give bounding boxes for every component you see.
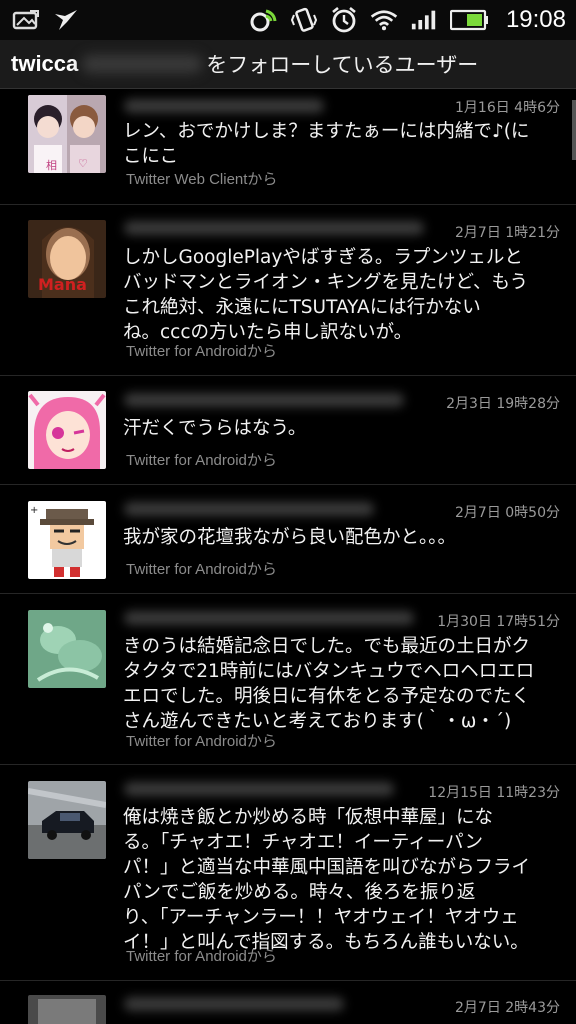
avatar[interactable]: 相 ♡: [28, 95, 106, 173]
tweet-source[interactable]: Twitter for Androidから: [126, 558, 277, 579]
tweet-text: 汗だくでうらはなう。: [123, 418, 307, 439]
tweet-list[interactable]: 相 ♡ 1月16日 4時6分 レン、おでかけしま？ますたぁーには内緒で♪(に こに…: [0, 89, 576, 1024]
clock-time: 19:08: [505, 6, 566, 33]
svg-text:相: 相: [46, 159, 57, 172]
avatar[interactable]: [28, 781, 106, 859]
tweet-source[interactable]: Twitter for Androidから: [126, 340, 277, 361]
blurred-username: [124, 611, 414, 625]
list-item[interactable]: Mana 2月7日 1時21分 しかしGooglePlayやばすぎる。ラプンツェ…: [0, 205, 576, 376]
tweet-source[interactable]: Twitter for Androidから: [126, 449, 277, 470]
list-item[interactable]: 相 ♡ 1月16日 4時6分 レン、おでかけしま？ますたぁーには内緒で♪(に こに…: [0, 89, 576, 205]
list-item[interactable]: 2月7日 2時43分: [0, 981, 576, 1024]
blurred-username: [124, 221, 424, 235]
wifi-icon: [370, 8, 398, 32]
blurred-username: [124, 99, 324, 113]
list-item[interactable]: 12月15日 11時23分 俺は焼き飯とか炒める時「仮想中華屋」にな る。「チャ…: [0, 765, 576, 981]
svg-text:Mana: Mana: [38, 275, 87, 294]
nfc-icon: [250, 8, 278, 32]
app-name: twicca: [11, 51, 79, 76]
tweet-timestamp: 2月7日 0時50分: [455, 505, 560, 521]
tweet-text: 俺は焼き飯とか炒める時「仮想中華屋」にな る。「チャオエ！チャオエ！イーティーパ…: [123, 807, 531, 953]
notification-bird-icon: [52, 8, 80, 32]
blurred-username: [124, 782, 394, 796]
tweet-timestamp: 12月15日 11時23分: [428, 785, 560, 801]
blurred-username: [124, 997, 344, 1011]
list-item[interactable]: 1月30日 17時51分 きのうは結婚記念日でした。でも最近の土日がク タクタで…: [0, 594, 576, 765]
tweet-timestamp: 2月3日 19時28分: [446, 396, 560, 412]
tweet-text: 我が家の花壇我ながら良い配色かと。。。: [123, 527, 457, 548]
vibrate-icon: [290, 7, 318, 32]
title-bar: twicca をフォローしているユーザー: [0, 40, 576, 89]
signal-icon: [410, 8, 438, 32]
tweet-text: きのうは結婚記念日でした。でも最近の土日がク タクタで21時前にはバタンキュウで…: [123, 636, 535, 732]
alarm-icon: [330, 6, 358, 33]
tweet-timestamp: 2月7日 1時21分: [455, 225, 560, 241]
svg-text:♡: ♡: [78, 157, 88, 170]
blurred-username: [124, 502, 374, 516]
tweet-source[interactable]: Twitter for Androidから: [126, 945, 277, 966]
image-icon: [12, 8, 40, 32]
svg-text:+: +: [30, 505, 38, 516]
list-item[interactable]: + 2月7日 0時50分 我が家の花壇我ながら良い配色かと。。。 Twitter…: [0, 485, 576, 594]
status-bar: 19:08: [0, 0, 576, 40]
blurred-username: [82, 55, 203, 73]
avatar[interactable]: [28, 610, 106, 688]
scrollbar[interactable]: [572, 100, 576, 160]
blurred-username: [124, 393, 404, 407]
tweet-timestamp: 2月7日 2時43分: [455, 1000, 560, 1016]
battery-icon: [449, 8, 490, 32]
tweet-text: しかしGooglePlayやばすぎる。ラプンツェルと バッドマンとライオン・キン…: [123, 247, 528, 343]
tweet-timestamp: 1月30日 17時51分: [437, 614, 560, 630]
list-item[interactable]: 2月3日 19時28分 汗だくでうらはなう。 Twitter for Andro…: [0, 376, 576, 485]
avatar[interactable]: [28, 391, 106, 469]
tweet-source[interactable]: Twitter for Androidから: [126, 730, 277, 751]
avatar[interactable]: Mana: [28, 220, 106, 298]
avatar[interactable]: +: [28, 501, 106, 579]
tweet-text: レン、おでかけしま？ますたぁーには内緒で♪(に こにこ: [123, 121, 530, 167]
tweet-source[interactable]: Twitter Web Clientから: [126, 168, 277, 189]
tweet-timestamp: 1月16日 4時6分: [455, 100, 560, 116]
page-title: をフォローしているユーザー: [206, 53, 479, 77]
avatar[interactable]: [28, 995, 106, 1024]
